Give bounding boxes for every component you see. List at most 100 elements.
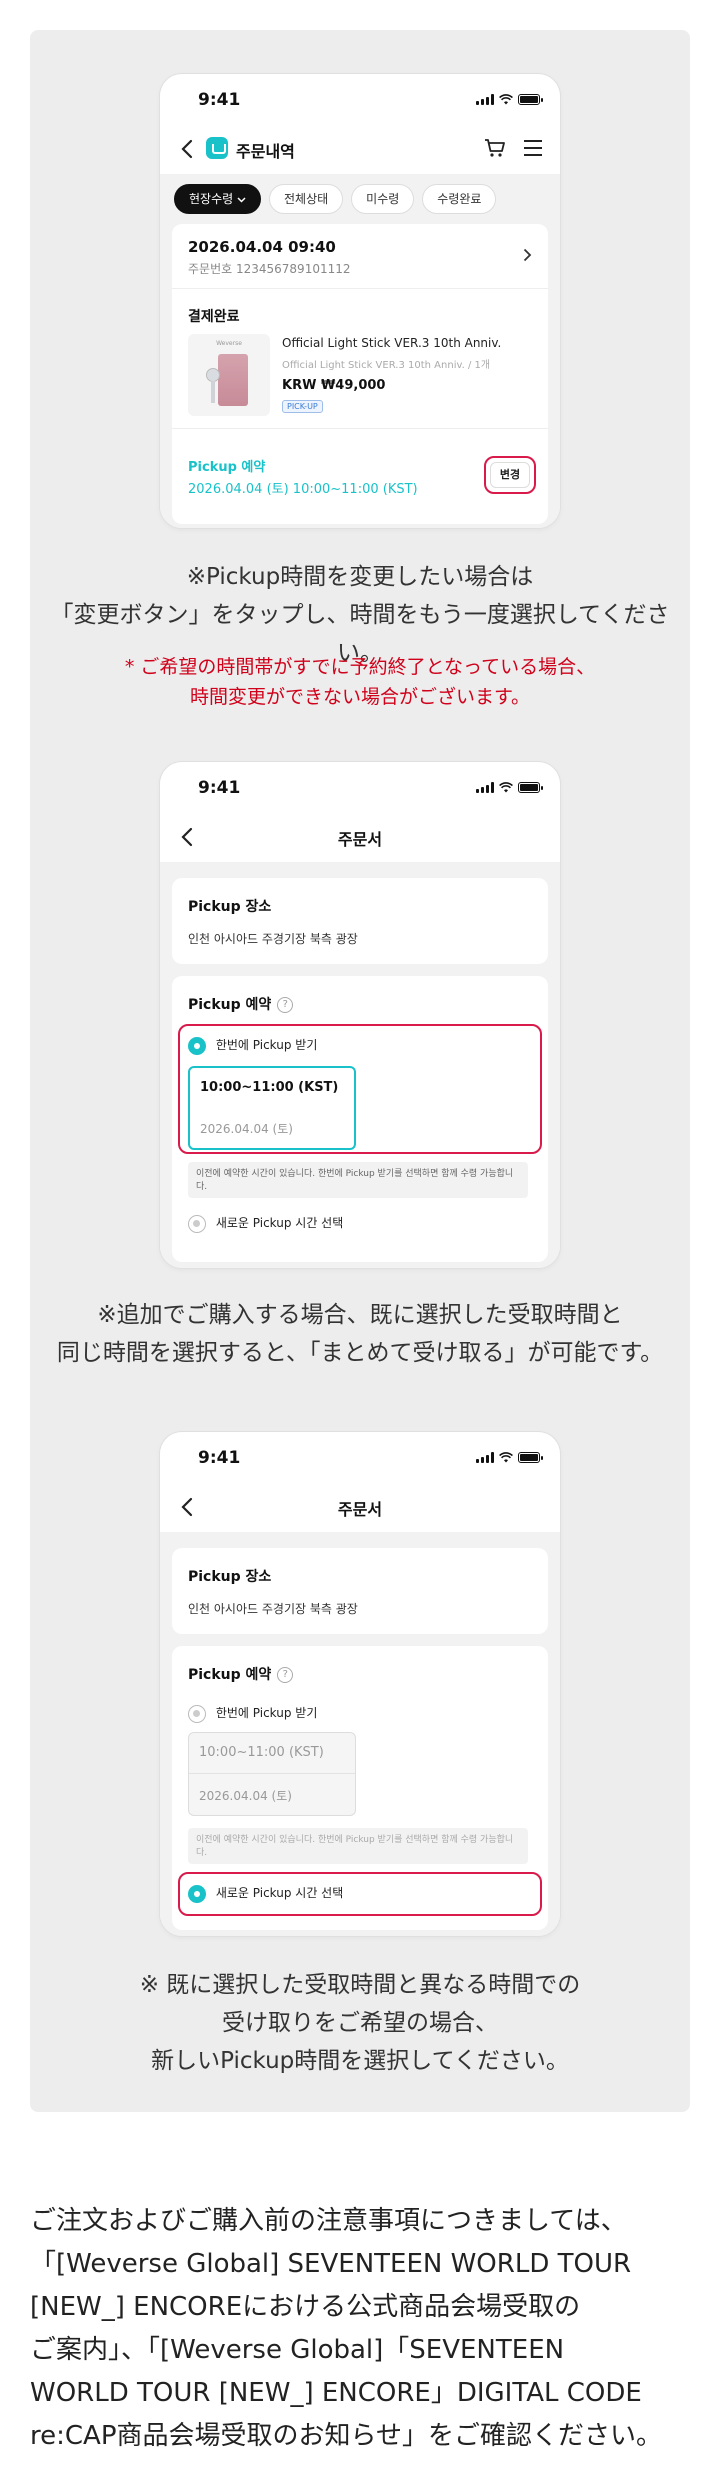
order-datetime: 2026.04.04 09:40	[188, 238, 336, 256]
status-bar: 9:41	[160, 74, 560, 124]
caption-line: 同じ時間を選択すると、「まとめて受け取る」が可能です。	[56, 1340, 664, 1366]
help-icon[interactable]: ?	[277, 997, 294, 1013]
weverse-shop-logo-icon	[206, 137, 228, 159]
light-stick-head	[206, 368, 220, 382]
radio-selected-icon	[188, 1884, 206, 1903]
menu-icon[interactable]	[524, 140, 542, 156]
product-price: KRW ₩49,000	[282, 378, 386, 393]
option-new-time[interactable]: 새로운 Pickup 시간 선택	[188, 1214, 343, 1233]
slot-date: 2026.04.04 (토)	[200, 1122, 293, 1136]
page-title: 주문내역	[236, 142, 295, 161]
radio-unselected-icon	[188, 1214, 206, 1233]
caption-line: 受け取りをご希望の場合、	[222, 2010, 498, 2036]
app-bar: 주문서	[160, 1482, 560, 1532]
time-slot-selected[interactable]: 10:00~11:00 (KST) 2026.04.04 (토)	[188, 1066, 356, 1150]
footer-line: 「[Weverse Global] SEVENTEEN WORLD TOUR	[30, 2249, 632, 2279]
form-body: Pickup 장소 인천 아시아드 주경기장 북측 광장 Pickup 예약? …	[160, 1532, 560, 1936]
chip-all-status[interactable]: 전체상태	[269, 184, 344, 214]
change-button[interactable]: 변경	[490, 462, 530, 488]
slot-date: 2026.04.04 (토)	[199, 1789, 292, 1803]
radio-selected-icon	[188, 1036, 206, 1055]
info-notice: 이전에 예약한 시간이 있습니다. 한번에 Pickup 받기를 선택하면 함께…	[188, 1828, 528, 1864]
product-name: Official Light Stick VER.3 10th Anniv.	[282, 336, 502, 350]
filter-chips: 현장수령 전체상태 미수령 수령완료	[160, 174, 560, 224]
footer-line: ご案内」、「[Weverse Global]「SEVENTEEN	[30, 2335, 565, 2365]
status-icons	[476, 782, 543, 793]
pickup-place-card: Pickup 장소 인천 아시아드 주경기장 북측 광장	[172, 1548, 548, 1634]
option-new-time[interactable]: 새로운 Pickup 시간 선택	[188, 1884, 343, 1903]
caption-new-time: ※ 既に選択した受取時間と異なる時間での 受け取りをご希望の場合、 新しいPic…	[30, 1966, 690, 2080]
signal-icon	[476, 1452, 494, 1463]
cart-icon[interactable]	[484, 138, 506, 158]
order-history-screen: 9:41 주문내역 현장수령 전체상태 미수령 수령완료 2026.04.04 …	[160, 74, 560, 528]
reservation-title: Pickup 예약?	[188, 994, 294, 1014]
help-icon[interactable]: ?	[277, 1667, 294, 1683]
caption-pickup-together: ※追加でご購入する場合、既に選択した受取時間と 同じ時間を選択すると、「まとめて…	[30, 1296, 690, 1372]
status-icons	[476, 1452, 543, 1463]
chip-received[interactable]: 수령완료	[422, 184, 497, 214]
status-time: 9:41	[198, 90, 241, 110]
slot-time: 10:00~11:00 (KST)	[200, 1080, 339, 1095]
status-time: 9:41	[198, 778, 241, 798]
app-bar: 주문서	[160, 812, 560, 862]
wifi-icon	[499, 1452, 513, 1463]
pickup-place: 인천 아시아드 주경기장 북측 광장	[188, 932, 358, 946]
status-time: 9:41	[198, 1448, 241, 1468]
caption-line: ※Pickup時間を変更したい場合は	[186, 564, 534, 590]
order-card[interactable]: 2026.04.04 09:40 주문번호 123456789101112 결제…	[172, 224, 548, 524]
product-option: Official Light Stick VER.3 10th Anniv. /…	[282, 360, 491, 371]
pickup-place-title: Pickup 장소	[188, 1569, 272, 1585]
caption-warning: * ご希望の時間帯がすでに予約終了となっている場合、 時間変更ができない場合がご…	[30, 652, 690, 712]
option-pickup-together[interactable]: 한번에 Pickup 받기	[188, 1704, 317, 1723]
footer-line: WORLD TOUR [NEW_] ENCORE」DIGITAL CODE	[30, 2378, 642, 2408]
info-notice: 이전에 예약한 시간이 있습니다. 한번에 Pickup 받기를 선택하면 함께…	[188, 1162, 528, 1198]
form-body: Pickup 장소 인천 아시아드 주경기장 북측 광장 Pickup 예약? …	[160, 862, 560, 1268]
battery-icon	[518, 782, 543, 793]
battery-icon	[518, 1452, 543, 1463]
caption-line: ※追加でご購入する場合、既に選択した受取時間と	[97, 1302, 623, 1328]
status-bar: 9:41	[160, 762, 560, 812]
wifi-icon	[499, 94, 513, 105]
footer-line: re:CAP商品会場受取のお知らせ」をご確認ください。	[30, 2421, 662, 2451]
footer-line: [NEW_] ENCOREにおける公式商品会場受取の	[30, 2292, 581, 2322]
light-stick-handle	[211, 381, 215, 403]
page-title: 주문서	[337, 830, 383, 849]
back-icon[interactable]	[178, 138, 198, 160]
option-pickup-together[interactable]: 한번에 Pickup 받기	[188, 1036, 317, 1055]
signal-icon	[476, 94, 494, 105]
order-form-screen-new-time: 9:41 주문서 Pickup 장소 인천 아시아드 주경기장 북측 광장 Pi…	[160, 1432, 560, 1936]
divider	[172, 428, 548, 429]
pickup-reservation-card: Pickup 예약? 한번에 Pickup 받기 10:00~11:00 (KS…	[172, 976, 548, 1262]
order-list: 현장수령 전체상태 미수령 수령완료 2026.04.04 09:40 주문번호…	[160, 174, 560, 528]
reservation-label: Pickup 예약	[188, 460, 266, 475]
radio-unselected-icon	[188, 1704, 206, 1723]
signal-icon	[476, 782, 494, 793]
chevron-right-icon[interactable]	[523, 248, 532, 262]
pickup-reservation-card: Pickup 예약? 한번에 Pickup 받기 10:00~11:00 (KS…	[172, 1646, 548, 1930]
reservation-title: Pickup 예약?	[188, 1664, 294, 1684]
product-thumbnail: Weverse	[188, 334, 270, 416]
status-icons	[476, 94, 543, 105]
payment-status: 결제완료	[188, 309, 240, 325]
reservation-time: 2026.04.04 (토) 10:00~11:00 (KST)	[188, 482, 418, 497]
chevron-down-icon	[237, 196, 246, 203]
slot-divider	[189, 1773, 355, 1774]
battery-icon	[518, 94, 543, 105]
caption-warning-line: * ご希望の時間帯がすでに予約終了となっている場合、	[124, 656, 596, 678]
pickup-place-title: Pickup 장소	[188, 899, 272, 915]
chip-not-received[interactable]: 미수령	[351, 184, 415, 214]
order-form-screen: 9:41 주문서 Pickup 장소 인천 아시아드 주경기장 북측 광장 Pi…	[160, 762, 560, 1268]
divider	[172, 288, 548, 289]
light-stick-box	[218, 354, 248, 406]
chip-onsite-pickup[interactable]: 현장수령	[174, 184, 261, 214]
caption-line: 新しいPickup時間を選択してください。	[151, 2048, 569, 2074]
pickup-badge: PICK-UP	[282, 400, 323, 413]
caption-line: ※ 既に選択した受取時間と異なる時間での	[139, 1972, 581, 1998]
order-number: 주문번호 123456789101112	[188, 262, 351, 276]
pickup-place: 인천 아시아드 주경기장 북측 광장	[188, 1602, 358, 1616]
pickup-place-card: Pickup 장소 인천 아시아드 주경기장 북측 광장	[172, 878, 548, 964]
thumbnail-brand: Weverse	[216, 340, 242, 347]
caption-warning-line: 時間変更ができない場合がございます。	[189, 686, 531, 708]
page-title: 주문서	[337, 1500, 383, 1519]
app-bar: 주문내역	[160, 124, 560, 174]
